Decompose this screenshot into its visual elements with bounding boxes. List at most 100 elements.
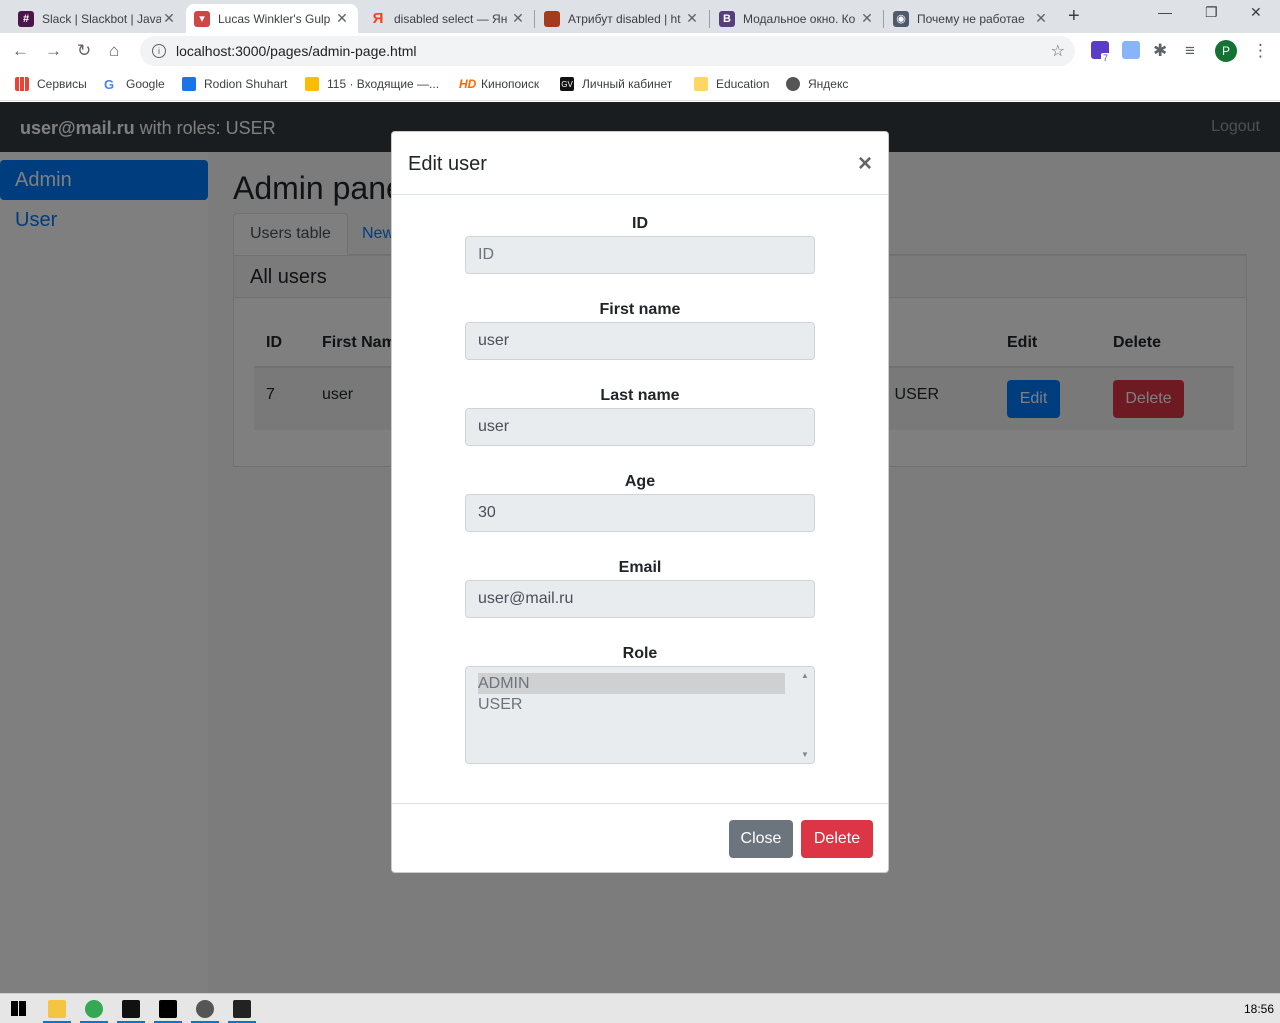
forward-icon[interactable]: → xyxy=(45,41,62,61)
close-icon[interactable]: ✕ xyxy=(334,10,350,27)
extension-badge: 7 xyxy=(1101,53,1111,63)
bookmark-label: Сервисы xyxy=(37,77,87,91)
close-icon[interactable]: ✕ xyxy=(161,10,177,27)
bookmark-label: 115 · Входящие —... xyxy=(327,77,440,91)
kinopoisk-icon: HD xyxy=(459,77,477,91)
first-name-label: First name xyxy=(599,301,681,318)
bookmark-label: Rodion Shuhart xyxy=(204,77,288,91)
apps-grid-icon xyxy=(15,77,29,91)
os-taskbar: 18:56 xyxy=(0,993,1280,1023)
email-label: Email xyxy=(618,559,662,576)
tab-title: disabled select — Ян xyxy=(394,11,508,26)
close-icon[interactable]: ✕ xyxy=(684,10,700,27)
bookmark-label: Кинопоиск xyxy=(481,77,540,91)
slack-icon: # xyxy=(18,10,34,27)
chrome-icon[interactable] xyxy=(85,1000,103,1018)
role-option-user[interactable]: USER xyxy=(478,694,785,715)
tab-separator xyxy=(709,10,710,28)
edit-user-modal: Edit user × ID ID First name user Last n… xyxy=(391,131,889,873)
tab-separator xyxy=(883,10,884,28)
scroll-down-icon[interactable]: ▼ xyxy=(801,750,809,759)
media-icon[interactable]: ≡ xyxy=(1185,41,1195,61)
yandex-icon: Я xyxy=(372,10,384,27)
app-icon[interactable] xyxy=(196,1000,214,1018)
close-icon[interactable]: × xyxy=(858,150,872,178)
bookmark-kinopoisk[interactable]: HD Кинопоиск xyxy=(459,77,539,91)
scroll-up-icon[interactable]: ▲ xyxy=(801,671,809,680)
app-viewport: user@mail.ru with roles: USER Logout Adm… xyxy=(0,102,1280,993)
browser-tab-gulp[interactable]: ▾ Lucas Winkler's Gulp ✕ xyxy=(186,4,358,33)
bookmark-label: Education xyxy=(716,77,770,91)
new-tab-icon[interactable]: + xyxy=(1068,5,1080,28)
intellij-icon[interactable] xyxy=(159,1000,177,1018)
trello-icon xyxy=(182,77,196,91)
globe-icon xyxy=(786,77,800,91)
close-button[interactable]: Close xyxy=(729,820,793,858)
bookmark-star-icon[interactable]: ☆ xyxy=(1051,41,1065,61)
bookmark-yandex[interactable]: Яндекс xyxy=(786,77,848,91)
id-label: ID xyxy=(632,215,648,232)
gv-icon: GV xyxy=(560,77,574,91)
bookmark-google[interactable]: G Google xyxy=(104,77,165,92)
info-icon[interactable]: i xyxy=(152,44,166,58)
back-icon[interactable]: ← xyxy=(12,41,29,61)
bookmark-label: Яндекс xyxy=(808,77,849,91)
restore-icon[interactable]: ❐ xyxy=(1205,4,1218,21)
browser-toolbar: ← → ↻ ⌂ i localhost:3000/pages/admin-pag… xyxy=(0,33,1280,69)
browser-tab-bootstrap[interactable]: B Модальное окно. Ко ✕ xyxy=(711,4,883,33)
tab-title: Lucas Winkler's Gulp xyxy=(218,11,331,26)
minimize-icon[interactable]: — xyxy=(1158,4,1172,20)
bookmark-cabinet[interactable]: GV Личный кабинет xyxy=(560,77,672,91)
bookmark-label: Google xyxy=(126,77,165,91)
bootstrap-icon: B xyxy=(719,10,735,27)
close-icon[interactable]: ✕ xyxy=(1033,10,1049,27)
close-icon[interactable]: ✕ xyxy=(859,10,875,27)
role-label: Role xyxy=(622,645,658,662)
window-close-icon[interactable]: ✕ xyxy=(1250,4,1262,21)
taskbar-clock: 18:56 xyxy=(1243,1002,1274,1016)
last-name-label: Last name xyxy=(600,387,680,404)
reload-icon[interactable]: ↻ xyxy=(77,41,91,61)
menu-icon[interactable]: ⋮ xyxy=(1252,41,1269,61)
role-select[interactable]: ADMIN USER ▲ ▼ xyxy=(465,666,815,764)
tab-title: Атрибут disabled | ht xyxy=(568,11,681,26)
bookmark-mail[interactable]: 115 · Входящие —... xyxy=(305,77,439,91)
webstorm-icon[interactable] xyxy=(122,1000,140,1018)
translate-icon[interactable] xyxy=(1122,41,1140,59)
tab-separator xyxy=(534,10,535,28)
last-name-field[interactable]: user xyxy=(465,408,815,446)
browser-tab-htmlbook[interactable]: Атрибут disabled | ht ✕ xyxy=(536,4,708,33)
select-scrollbar[interactable]: ▲ ▼ xyxy=(798,668,813,762)
modal-delete-button[interactable]: Delete xyxy=(801,820,873,858)
close-icon[interactable]: ✕ xyxy=(510,10,526,27)
browser-tab-yandex[interactable]: Я disabled select — Ян ✕ xyxy=(362,4,534,33)
bookmark-services[interactable]: Сервисы xyxy=(15,77,87,91)
windows-start-icon[interactable] xyxy=(11,1001,26,1016)
modal-title: Edit user xyxy=(408,153,487,175)
profile-avatar[interactable]: P xyxy=(1215,40,1237,62)
age-field[interactable]: 30 xyxy=(465,494,815,532)
address-bar[interactable]: i localhost:3000/pages/admin-page.html ☆ xyxy=(140,36,1075,66)
google-icon: G xyxy=(104,77,115,92)
browser-tab-habr[interactable]: ◉ Почему не работае ✕ xyxy=(885,4,1057,33)
modal-footer: Close Delete xyxy=(392,803,888,873)
habr-icon: ◉ xyxy=(893,10,909,27)
age-label: Age xyxy=(624,473,656,490)
modal-header: Edit user × xyxy=(392,132,888,195)
email-field[interactable]: user@mail.ru xyxy=(465,580,815,618)
folder-icon xyxy=(694,77,708,91)
tab-title: Почему не работае xyxy=(917,11,1025,26)
bookmark-education[interactable]: Education xyxy=(694,77,769,91)
mail-icon xyxy=(305,77,319,91)
role-option-admin[interactable]: ADMIN xyxy=(478,673,785,694)
browser-tab-slack[interactable]: # Slack | Slackbot | Java ✕ xyxy=(10,4,185,33)
explorer-icon[interactable] xyxy=(48,1000,66,1018)
photos-icon[interactable] xyxy=(233,1000,251,1018)
modal-body: ID ID First name user Last name user Age… xyxy=(392,195,888,803)
bookmarks-bar: Сервисы G Google Rodion Shuhart 115 · Вх… xyxy=(0,69,1280,101)
bookmark-rodion[interactable]: Rodion Shuhart xyxy=(182,77,287,91)
id-field: ID xyxy=(465,236,815,274)
first-name-field[interactable]: user xyxy=(465,322,815,360)
home-icon[interactable]: ⌂ xyxy=(109,41,119,61)
puzzle-icon[interactable]: ✱ xyxy=(1153,41,1167,61)
